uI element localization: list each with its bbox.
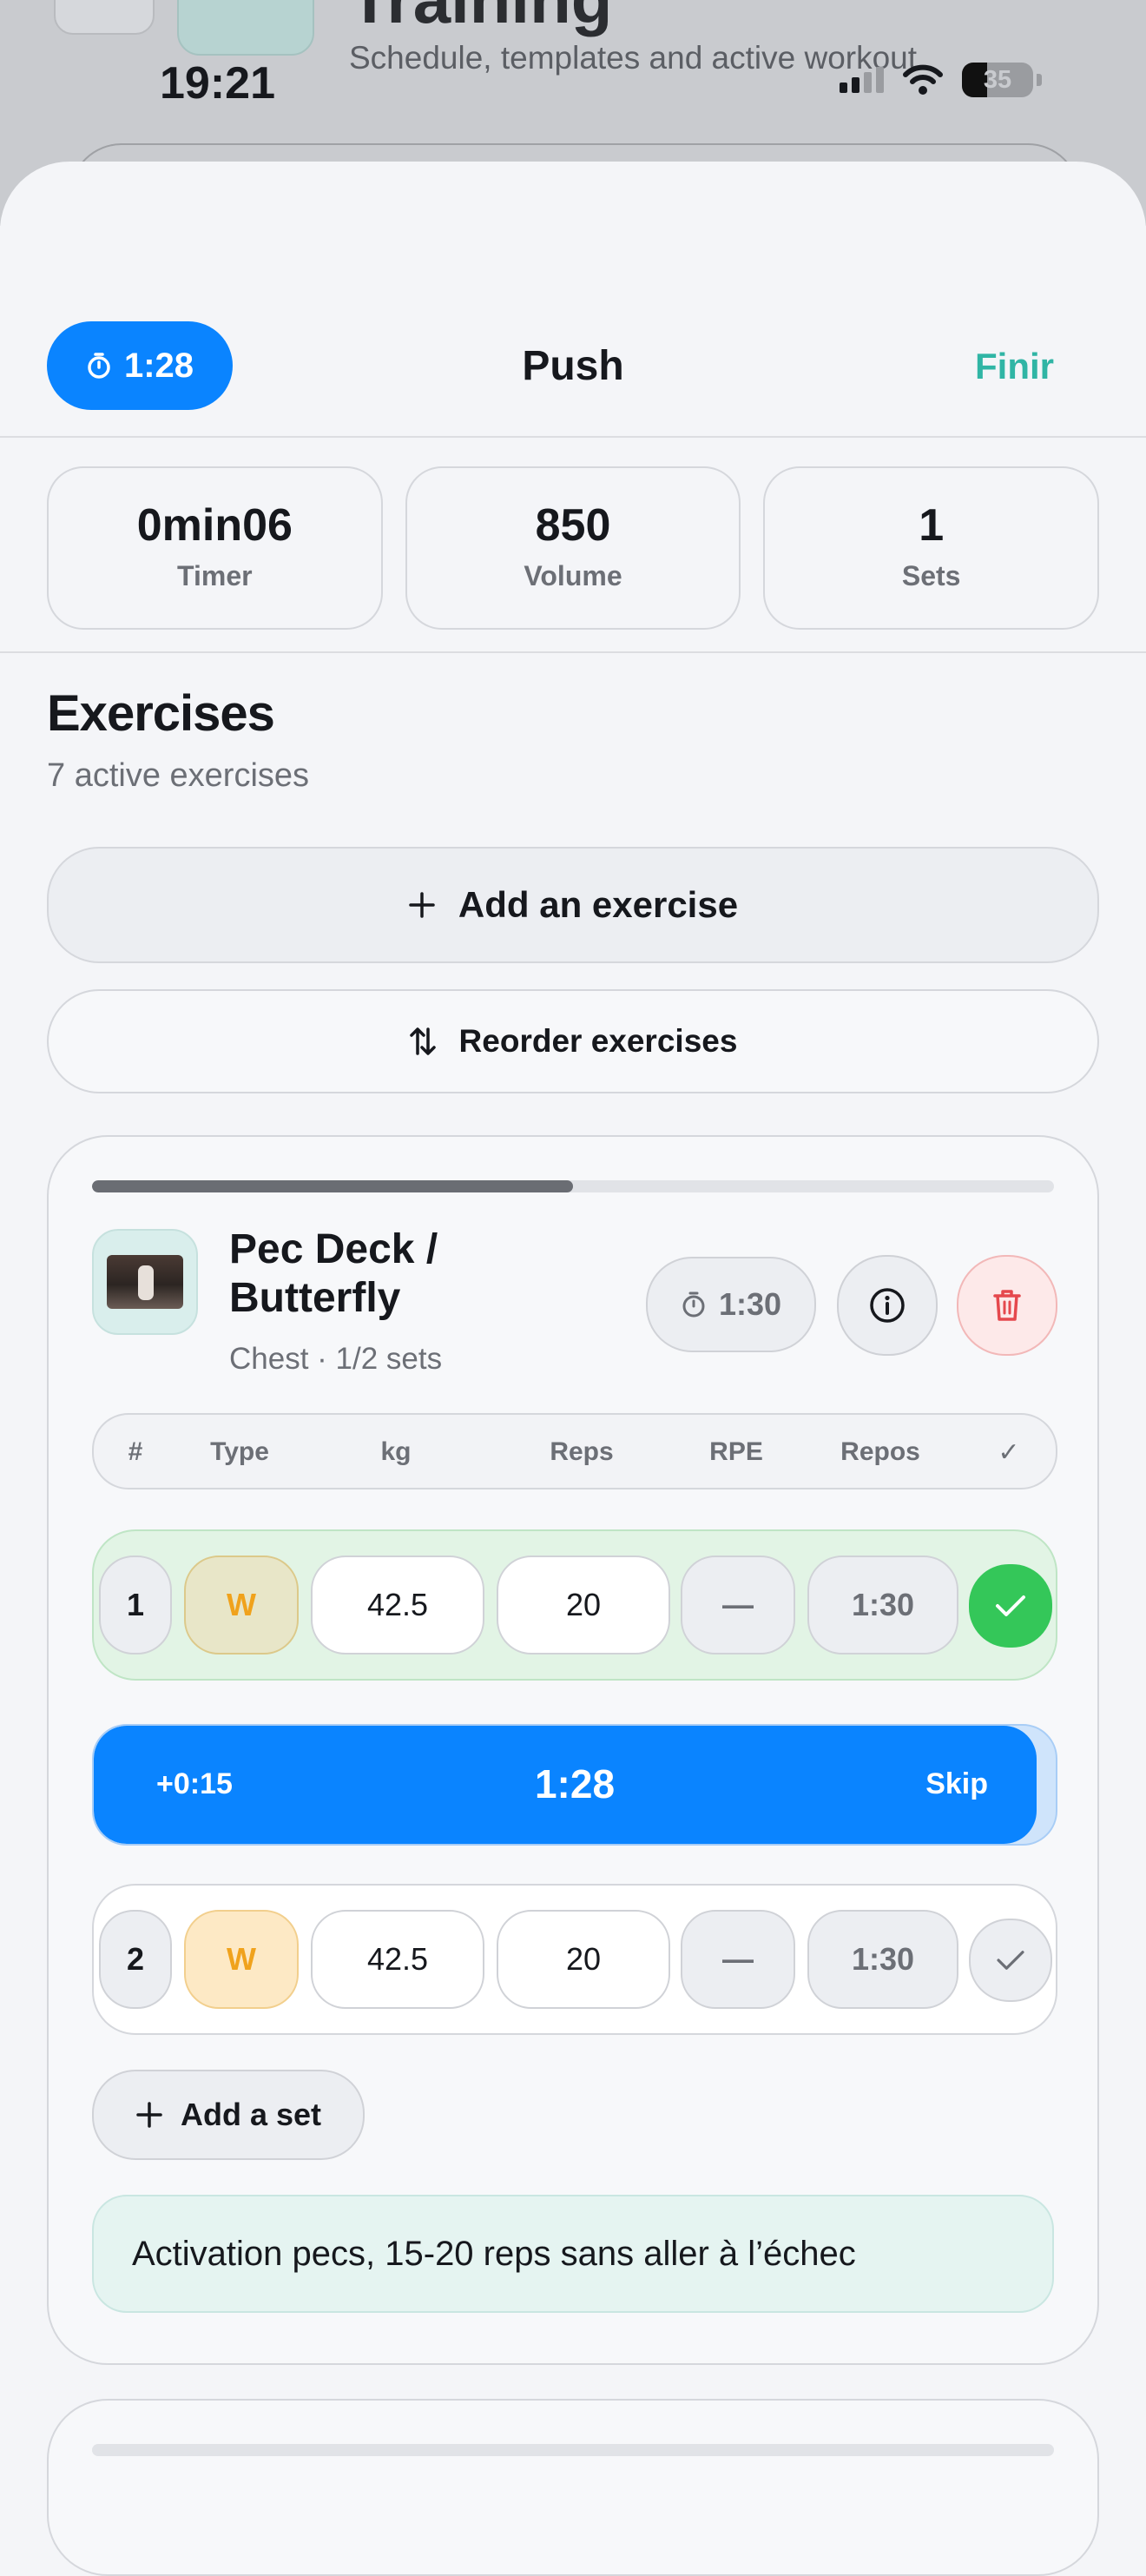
background-app-icon [177, 0, 314, 56]
stats-divider [0, 651, 1146, 653]
weight-input[interactable]: 42.5 [311, 1910, 484, 2009]
finish-button[interactable]: Finir [975, 346, 1054, 387]
add-set-button[interactable]: Add a set [92, 2070, 365, 2160]
stat-volume: 850 Volume [405, 466, 741, 630]
next-exercise-card [47, 2399, 1099, 2576]
stopwatch-icon [682, 1291, 705, 1318]
set-number: 2 [99, 1910, 172, 2009]
exercise-progress-fill [92, 1180, 573, 1192]
sets-table-header: # Type kg Reps RPE Repos ✓ [92, 1413, 1057, 1489]
stat-label: Sets [901, 560, 961, 591]
info-icon [870, 1288, 905, 1323]
set-type-button[interactable]: W [184, 1556, 299, 1655]
wifi-icon [903, 64, 943, 95]
column-kg: kg [380, 1437, 412, 1466]
rest-countdown-bar: +0:15 1:28 Skip [92, 1724, 1057, 1846]
workout-title: Push [522, 343, 624, 389]
exercise-rest-button[interactable]: 1:30 [646, 1257, 816, 1352]
exercise-photo [107, 1255, 183, 1309]
exercise-name[interactable]: Pec Deck / Butterfly [229, 1225, 594, 1323]
status-icons: 35 [840, 63, 1042, 97]
checkmark-icon [996, 1595, 1025, 1616]
stats-row: 0min06 Timer 850 Volume 1 Sets [47, 466, 1100, 630]
stat-value: 1 [919, 500, 945, 551]
column-type: Type [210, 1437, 269, 1466]
trash-icon [993, 1290, 1021, 1321]
status-time: 19:21 [160, 58, 275, 109]
column-number: # [128, 1437, 143, 1466]
plus-icon [409, 892, 435, 918]
rpe-input[interactable]: — [681, 1556, 795, 1655]
background-subtitle: Schedule, templates and active workout [349, 40, 918, 76]
battery-percent: 35 [983, 66, 1012, 94]
stat-timer: 0min06 Timer [47, 466, 383, 630]
reorder-arrows-icon [409, 1027, 436, 1055]
section-subtitle: 7 active exercises [47, 757, 310, 794]
background-title: Training [349, 0, 612, 39]
exercise-thumbnail[interactable] [92, 1229, 198, 1335]
skip-rest-button[interactable]: Skip [925, 1767, 988, 1801]
add-set-label: Add a set [180, 2097, 322, 2132]
rpe-input[interactable]: — [681, 1910, 795, 2009]
exercise-info-button[interactable] [837, 1255, 938, 1356]
set-rest-button[interactable]: 1:30 [807, 1910, 958, 2009]
background-back-button [54, 0, 155, 35]
column-rest: Repos [840, 1437, 920, 1466]
cellular-signal-icon [840, 67, 884, 93]
add-exercise-button[interactable]: Add an exercise [47, 847, 1099, 963]
exercise-meta: Chest · 1/2 sets [229, 1342, 443, 1376]
column-done: ✓ [998, 1438, 1020, 1467]
reps-input[interactable]: 20 [497, 1910, 670, 2009]
weight-input[interactable]: 42.5 [311, 1556, 484, 1655]
checkmark-icon [997, 1951, 1024, 1970]
exercise-progress-bar [92, 1180, 1054, 1192]
stat-value: 850 [535, 500, 611, 551]
set-row: 1 W 42.5 20 — 1:30 [92, 1529, 1057, 1681]
battery-icon: 35 [962, 63, 1033, 97]
exercise-progress-bar [92, 2444, 1054, 2456]
reps-input[interactable]: 20 [497, 1556, 670, 1655]
workout-header: 1:28 Push Finir [0, 321, 1146, 412]
delete-exercise-button[interactable] [957, 1255, 1057, 1356]
battery-tip [1037, 74, 1042, 86]
exercise-note[interactable]: Activation pecs, 15-20 reps sans aller à… [92, 2195, 1054, 2313]
stat-label: Volume [524, 560, 622, 591]
set-number: 1 [99, 1556, 172, 1655]
set-type-button[interactable]: W [184, 1910, 299, 2009]
section-title: Exercises [47, 685, 275, 742]
rest-countdown-time: 1:28 [534, 1761, 616, 1807]
set-complete-toggle[interactable] [969, 1564, 1052, 1648]
reorder-exercises-label: Reorder exercises [458, 1023, 738, 1059]
stat-label: Timer [177, 560, 253, 591]
exercise-card: Pec Deck / Butterfly Chest · 1/2 sets 1:… [47, 1135, 1099, 2365]
header-divider [0, 436, 1146, 438]
add-exercise-label: Add an exercise [458, 884, 739, 925]
set-complete-toggle[interactable] [969, 1919, 1052, 2002]
stat-sets: 1 Sets [763, 466, 1100, 630]
set-rest-button[interactable]: 1:30 [807, 1556, 958, 1655]
set-row: 2 W 42.5 20 — 1:30 [92, 1884, 1057, 2035]
plus-icon [136, 2102, 162, 2128]
column-rpe: RPE [709, 1437, 763, 1466]
column-reps: Reps [550, 1437, 614, 1466]
stat-value: 0min06 [136, 500, 293, 551]
exercise-rest-value: 1:30 [718, 1286, 782, 1322]
reorder-exercises-button[interactable]: Reorder exercises [47, 989, 1099, 1093]
